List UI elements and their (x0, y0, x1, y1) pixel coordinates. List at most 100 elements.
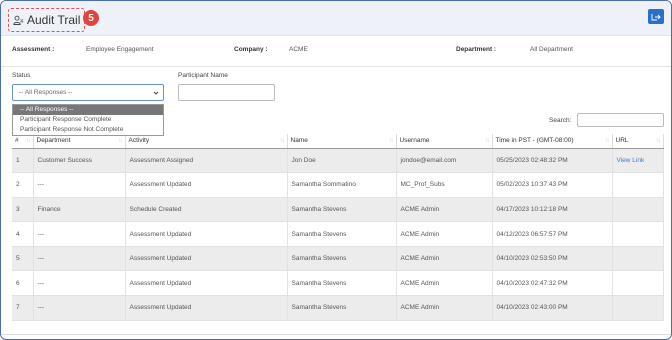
search-label: Search: (549, 117, 572, 124)
name-cell: Samantha Stevens (287, 221, 397, 247)
export-button[interactable] (648, 9, 664, 24)
row-number: 6 (12, 270, 34, 297)
url-cell (612, 295, 664, 321)
page-header: Audit Trail 5 (1, 1, 671, 36)
sort-icon: ↑↓ (655, 138, 661, 144)
activity-cell: Assessment Updated (125, 172, 288, 198)
time-cell: 04/17/2023 10:12:18 PM (492, 197, 613, 223)
status-option-complete[interactable]: Participant Response Complete (13, 115, 163, 125)
time-cell: 04/10/2023 02:43:00 PM (492, 295, 613, 321)
url-cell (612, 246, 664, 272)
search-input[interactable] (577, 113, 664, 127)
username-cell: MC_Prof_Subs (396, 172, 493, 198)
department-label: Department : (456, 46, 497, 53)
username-cell: ACME Admin (396, 246, 493, 272)
page-title: Audit Trail (27, 13, 81, 27)
row-number: 5 (12, 246, 34, 272)
activity-cell: Assessment Updated (125, 270, 288, 297)
chevron-down-icon (153, 91, 159, 95)
row-number: 2 (12, 172, 34, 198)
name-cell: Samantha Stevens (287, 295, 397, 321)
user-activity-icon (13, 15, 24, 26)
app-frame: Audit Trail 5 Assessment : Employee Enga… (0, 0, 672, 340)
activity-cell: Assessment Updated (125, 295, 288, 321)
username-cell: jondoe@email.com (396, 148, 493, 174)
assessment-info-row: Assessment : Employee Engagement Company… (1, 46, 671, 56)
status-dropdown: -- All Responses -- Participant Response… (12, 104, 164, 136)
table-body: 1 Customer Success Assessment Assigned Jon … (12, 148, 664, 321)
name-cell: Samantha Stevens (287, 197, 397, 223)
time-cell: 04/10/2023 02:47:32 PM (492, 270, 613, 297)
name-cell: Samantha Stevens (287, 246, 397, 272)
row-number: 4 (12, 221, 34, 247)
department-cell: --- (33, 221, 126, 247)
url-cell (612, 270, 664, 297)
username-cell: ACME Admin (396, 221, 493, 247)
column-header-number[interactable]: # ↑↓ (12, 134, 34, 149)
table-row: 7 --- Assessment Updated Samantha Stevens AC… (12, 295, 664, 321)
department-cell: Customer Success (33, 148, 126, 174)
bottom-divider (1, 334, 671, 335)
column-header-activity[interactable]: Activity ↑↓ (125, 134, 288, 149)
time-cell: 05/25/2023 02:48:32 PM (492, 148, 613, 174)
sort-icon: ↑↓ (117, 138, 123, 144)
divider (1, 66, 671, 67)
participant-name-input[interactable] (178, 84, 275, 101)
sort-icon: ↑↓ (388, 138, 394, 144)
company-value: ACME (289, 46, 308, 53)
export-icon (651, 13, 661, 20)
status-option-not-complete[interactable]: Participant Response Not Complete (13, 125, 163, 135)
department-cell: --- (33, 246, 126, 272)
name-cell: Samantha Sommatino (287, 172, 397, 198)
time-cell: 04/10/2023 02:53:50 PM (492, 246, 613, 272)
time-cell: 05/02/2023 10:37:43 PM (492, 172, 613, 198)
activity-cell: Assessment Updated (125, 246, 288, 272)
time-cell: 04/12/2023 06:57:57 PM (492, 221, 613, 247)
sort-icon: ↑↓ (484, 138, 490, 144)
column-header-username[interactable]: Username ↑↓ (396, 134, 493, 149)
department-value: All Department (530, 46, 573, 53)
username-cell: ACME Admin (396, 270, 493, 297)
status-select[interactable]: -- All Responses -- (12, 84, 164, 101)
status-selected-value: -- All Responses -- (19, 89, 73, 96)
column-header-department[interactable]: Department ↑↓ (33, 134, 126, 149)
column-header-time[interactable]: Time in PST - (GMT-08:00) ↑↓ (492, 134, 613, 149)
participant-name-label: Participant Name (178, 72, 228, 79)
column-header-url[interactable]: URL ↑↓ (612, 134, 664, 149)
sort-icon: ↑↓ (279, 138, 285, 144)
table-header-row: # ↑↓ Department ↑↓ Activity ↑↓ Name ↑↓ Usern… (12, 134, 664, 149)
department-cell: --- (33, 295, 126, 321)
row-number: 1 (12, 148, 34, 174)
activity-cell: Assessment Updated (125, 221, 288, 247)
row-number: 3 (12, 197, 34, 223)
table-row: 2 --- Assessment Updated Samantha Sommatino… (12, 172, 664, 198)
audit-table: # ↑↓ Department ↑↓ Activity ↑↓ Name ↑↓ Usern… (12, 134, 664, 321)
name-cell: Samantha Stevens (287, 270, 397, 297)
sort-icon: ↑↓ (604, 138, 610, 144)
table-row: 3 Finance Schedule Created Samantha Stevens… (12, 197, 664, 223)
department-cell: --- (33, 172, 126, 198)
assessment-label: Assessment : (12, 46, 55, 53)
activity-cell: Assessment Assigned (125, 148, 288, 174)
url-cell (612, 197, 664, 223)
status-label: Status (12, 72, 31, 79)
status-option-all[interactable]: -- All Responses -- (13, 105, 163, 115)
department-cell: Finance (33, 197, 126, 223)
column-header-name[interactable]: Name ↑↓ (287, 134, 397, 149)
url-cell (612, 172, 664, 198)
department-cell: --- (33, 270, 126, 297)
company-label: Company : (234, 46, 268, 53)
table-row: 6 --- Assessment Updated Samantha Stevens AC… (12, 270, 664, 297)
audit-table-wrapper: # ↑↓ Department ↑↓ Activity ↑↓ Name ↑↓ Usern… (12, 134, 664, 321)
sort-icon: ↑↓ (25, 138, 31, 144)
url-cell (612, 221, 664, 247)
name-cell: Jon Doe (287, 148, 397, 174)
assessment-value: Employee Engagement (86, 46, 154, 53)
table-row: 4 --- Assessment Updated Samantha Stevens AC… (12, 221, 664, 247)
username-cell: ACME Admin (396, 295, 493, 321)
row-number: 7 (12, 295, 34, 321)
step-badge: 5 (83, 10, 99, 26)
table-row: 1 Customer Success Assessment Assigned Jon … (12, 148, 664, 174)
activity-cell: Schedule Created (125, 197, 288, 223)
view-link[interactable]: View Link (612, 148, 664, 174)
